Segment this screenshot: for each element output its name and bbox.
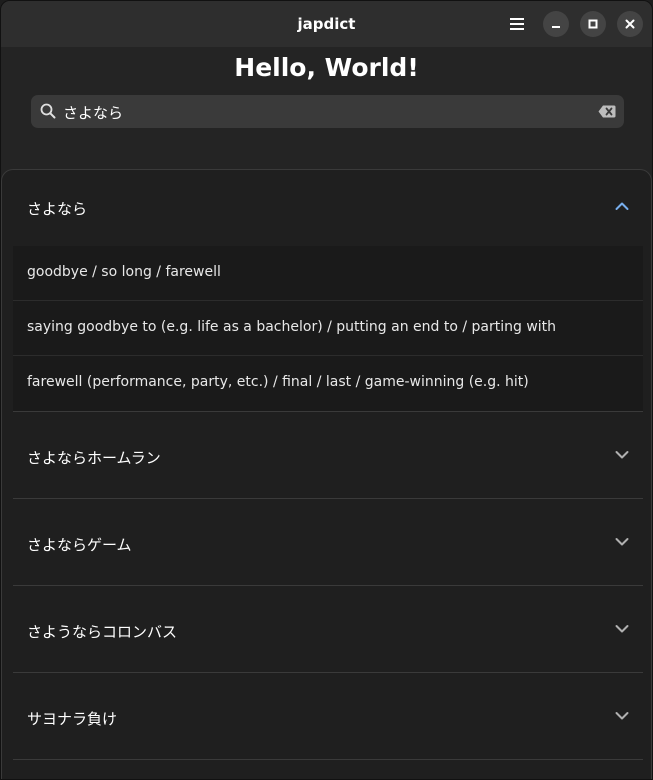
app-window: japdict Hello, World! さよなら さよなら goodbye … [0,0,653,780]
main-menu-button[interactable] [504,11,530,37]
results-list: さよなら goodbye / so long / farewell saying… [1,169,652,779]
chevron-down-icon [615,625,629,633]
expander-row-sayounara-columbus[interactable]: さようならコロンバス [13,593,643,669]
entry-word: さよなら [27,200,88,218]
chevron-up-icon [615,202,629,210]
page-heading: Hello, World! [234,53,419,82]
expander-row-sayonara-home-run[interactable]: さよならホームラン [13,419,643,495]
divider [13,672,643,673]
minimize-icon [552,26,560,28]
close-button[interactable] [617,11,643,37]
definition-text: saying goodbye to (e.g. life as a bachel… [27,319,557,335]
definition-row: goodbye / so long / farewell [13,246,643,301]
maximize-icon [588,19,598,29]
definition-text: goodbye / so long / farewell [27,264,221,280]
definition-row: saying goodbye to (e.g. life as a bachel… [13,301,643,356]
expander-row-sayonara[interactable]: さよなら [13,170,643,246]
close-icon [625,19,635,29]
definition-text: farewell (performance, party, etc.) / fi… [27,374,529,390]
chevron-down-icon [615,538,629,546]
entry-word: さようならコロンバス [27,623,178,641]
divider [13,498,643,499]
header-bar: japdict [1,1,652,47]
minimize-button[interactable] [543,11,569,37]
divider [13,759,643,760]
maximize-button[interactable] [580,11,606,37]
expander-row-sayonara-game[interactable]: さよならゲーム [13,506,643,582]
entry-word: サヨナラ負け [27,710,118,728]
entry-word: さよならホームラン [27,449,161,467]
definitions-panel: goodbye / so long / farewell saying good… [13,246,643,411]
hamburger-menu-icon [510,18,524,30]
search-input[interactable]: さよなら [63,102,123,123]
chevron-down-icon [615,451,629,459]
divider [13,411,643,412]
search-icon [40,103,56,119]
entry-word: さよならゲーム [27,536,132,554]
main-content: Hello, World! さよなら さよなら goodbye / so lon… [1,47,652,779]
definition-row: farewell (performance, party, etc.) / fi… [13,356,643,411]
divider [13,585,643,586]
expander-row-sayonara-make[interactable]: サヨナラ負け [13,680,643,756]
clear-text-icon[interactable] [598,105,616,118]
search-entry[interactable]: さよなら [31,95,624,128]
chevron-down-icon [615,712,629,720]
